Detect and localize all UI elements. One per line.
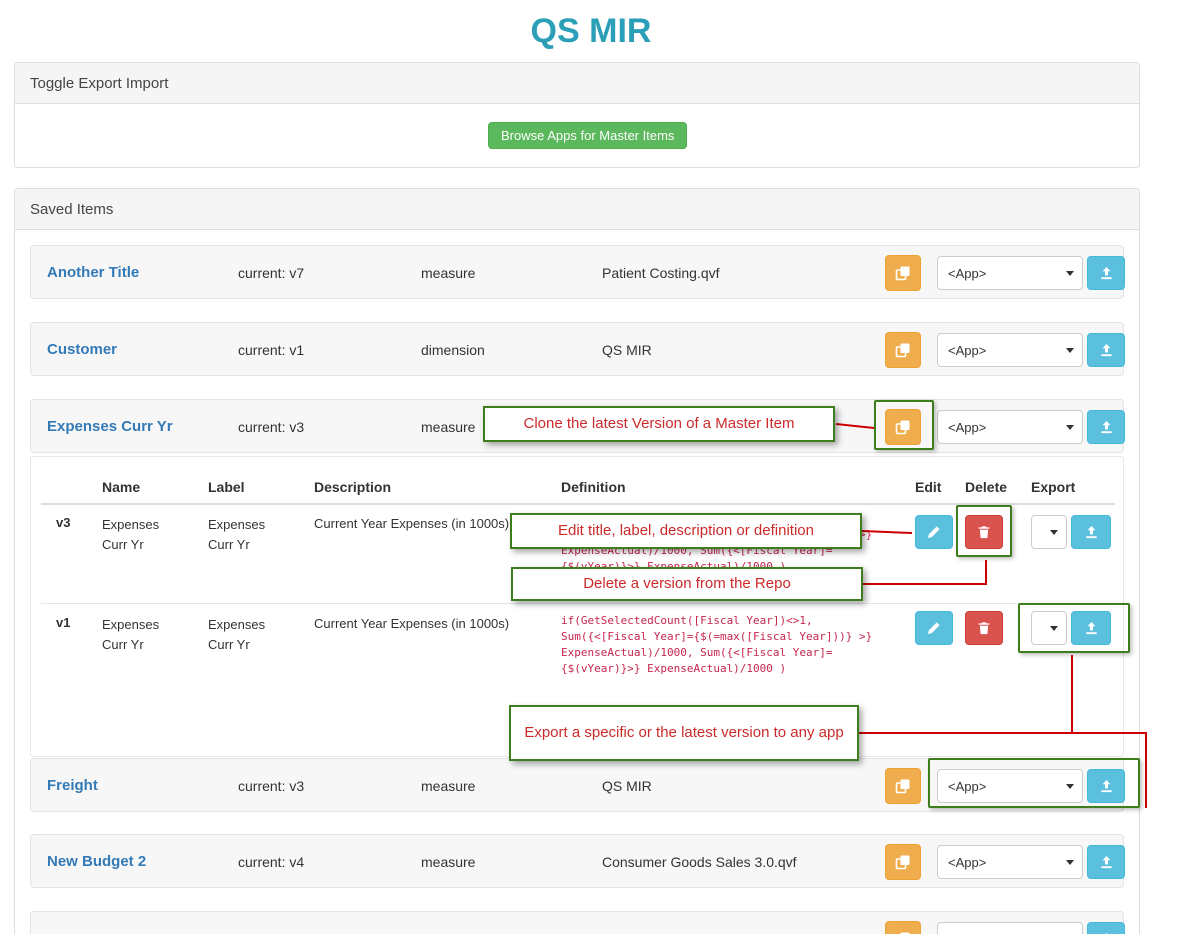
col-header-edit: Edit [915,479,942,495]
delete-highlight-box [956,505,1012,557]
export-version-button[interactable] [1071,515,1111,549]
app-select-dropdown[interactable]: <App> [937,410,1083,444]
col-header-name: Name [102,479,141,495]
edit-version-button[interactable] [915,515,953,549]
page-title: QS MIR [530,12,652,50]
clone-icon [895,266,910,281]
browse-apps-button[interactable]: Browse Apps for Master Items [488,122,688,149]
item-current-version: current: v3 [238,419,305,435]
version-select-dropdown[interactable] [1031,515,1067,549]
qs-mir-page: QS MIR Toggle Export Import Browse Apps … [0,0,1182,934]
item-app-name: Consumer Goods Sales 3.0.qvf [602,854,797,870]
export-button[interactable] [1087,256,1125,290]
app-select-dropdown[interactable]: <App> [937,256,1083,290]
edit-annotation: Edit title, label, description or defini… [510,513,862,549]
export-button[interactable] [1087,922,1125,934]
export-app-highlight-box [928,758,1140,808]
name-cell: Expenses Curr Yr [102,517,160,552]
clone-annotation: Clone the latest Version of a Master Ite… [483,406,835,442]
export-version-highlight-box [1018,603,1130,653]
chevron-down-icon [1050,530,1058,535]
col-header-label: Label [208,479,245,495]
clone-button[interactable] [885,768,921,804]
export-button[interactable] [1087,845,1125,879]
app-select-value: <App> [948,265,987,281]
toggle-export-import-panel: Toggle Export Import [14,62,1140,168]
export-annotation: Export a specific or the latest version … [509,705,859,761]
app-select-value: <App> [948,342,987,358]
clone-button[interactable] [885,255,921,291]
delete-annotation: Delete a version from the Repo [511,567,863,601]
upload-icon [1100,855,1112,868]
pencil-icon [928,622,940,634]
master-item-title-link[interactable]: Expenses Curr Yr [47,400,173,454]
app-select-dropdown[interactable]: <App> [937,333,1083,367]
clone-button[interactable] [885,844,921,880]
label-cell: Expenses Curr Yr [208,617,266,652]
definition-cell: if(GetSelectedCount([Fiscal Year])<>1, S… [561,614,873,675]
chevron-down-icon [1066,271,1074,276]
col-header-delete: Delete [965,479,1008,495]
item-type: measure [421,854,476,870]
clone-button[interactable] [885,332,921,368]
item-current-version: current: v3 [238,778,305,794]
item-current-version: current: v7 [238,265,305,281]
item-current-version: current: v4 [238,854,305,870]
master-item-title-link[interactable]: Freight [47,759,98,813]
app-select-dropdown[interactable]: <App> [937,845,1083,879]
item-app-name: Patient Costing.qvf [602,265,720,281]
col-header-description: Description [314,479,392,495]
item-app-name: QS MIR [602,342,652,358]
upload-icon [1100,266,1112,279]
table-header-divider [41,503,1115,505]
saved-panel-header[interactable]: Saved Items [15,189,1139,230]
trash-icon [978,622,990,635]
chevron-down-icon [1066,425,1074,430]
chevron-down-icon [1066,348,1074,353]
col-header-export: Export [1031,479,1076,495]
master-item-title-link[interactable]: Customer [47,323,117,377]
toggle-panel-header[interactable]: Toggle Export Import [15,63,1139,104]
edit-version-button[interactable] [915,611,953,645]
master-item-title-link[interactable]: New Budget 2 [47,835,146,889]
clone-icon [895,779,910,794]
delete-version-button[interactable] [965,611,1003,645]
master-item-title-link[interactable]: Another Title [47,246,139,300]
upload-icon [1100,343,1112,356]
col-header-definition: Definition [561,479,626,495]
app-select-value: <App> [948,854,987,870]
saved-item-row: Customer current: v1 dimension QS MIR <A… [30,322,1125,377]
item-type: measure [421,419,476,435]
upload-icon [1085,525,1097,538]
export-button[interactable] [1087,333,1125,367]
saved-item-row: New Budget 2 current: v4 measure Consume… [30,834,1125,889]
version-cell: v3 [56,515,71,530]
saved-item-row: Another Title current: v7 measure Patien… [30,245,1125,300]
clone-icon [895,855,910,870]
description-cell: Current Year Expenses (in 1000s) [314,616,510,631]
app-select-value: <App> [948,419,987,435]
upload-icon [1100,420,1112,433]
item-type: measure [421,265,476,281]
clone-button[interactable] [885,921,921,934]
saved-item-row: <App> [30,911,1125,934]
label-cell: Expenses Curr Yr [208,517,266,552]
item-app-name: QS MIR [602,778,652,794]
clone-highlight-box [874,400,934,450]
table-row-divider [41,603,1115,604]
clone-icon [895,343,910,358]
chevron-down-icon [1066,860,1074,865]
item-type: measure [421,778,476,794]
item-current-version: current: v1 [238,342,305,358]
item-type: dimension [421,342,485,358]
export-button[interactable] [1087,410,1125,444]
version-cell: v1 [56,615,71,630]
pencil-icon [928,526,940,538]
app-select-dropdown[interactable]: <App> [937,922,1083,934]
name-cell: Expenses Curr Yr [102,617,160,652]
